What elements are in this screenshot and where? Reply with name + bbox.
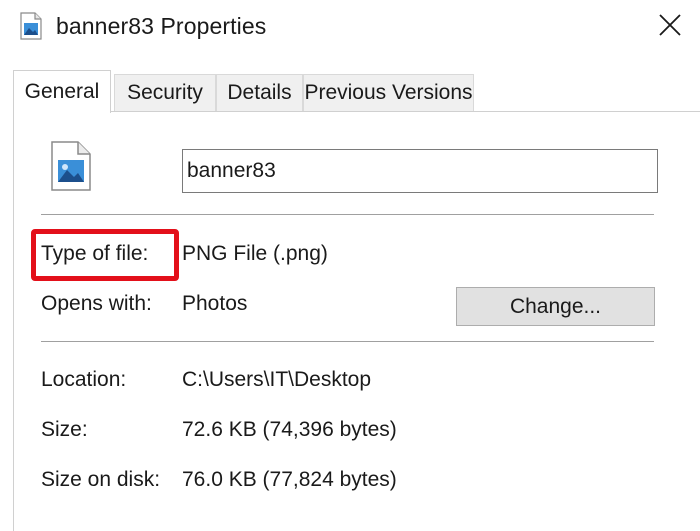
title-bar: banner83 Properties [0,0,700,58]
tab-security[interactable]: Security [114,74,216,112]
location-value: C:\Users\IT\Desktop [182,368,372,391]
close-icon [659,13,681,41]
tab-strip: General Security Details Previous Versio… [13,70,493,113]
png-image-icon [50,140,92,192]
tab-details[interactable]: Details [216,74,303,112]
opens-with-label: Opens with: [41,292,152,315]
tab-general[interactable]: General [13,70,111,113]
size-on-disk-value: 76.0 KB (77,824 bytes) [182,468,397,491]
tab-previous-versions[interactable]: Previous Versions [303,74,474,112]
type-of-file-value: PNG File (.png) [182,242,328,265]
type-of-file-label: Type of file: [41,242,149,265]
separator [41,341,654,342]
size-label: Size: [41,418,88,441]
window-title: banner83 Properties [56,13,267,39]
size-value: 72.6 KB (74,396 bytes) [182,418,397,441]
file-name-field[interactable] [182,149,658,193]
size-on-disk-label: Size on disk: [41,468,161,491]
close-button[interactable] [644,4,696,50]
separator [41,214,654,215]
location-label: Location: [41,368,127,391]
image-file-icon [20,12,42,40]
opens-with-value: Photos [182,292,248,315]
change-button[interactable]: Change... [456,287,655,326]
